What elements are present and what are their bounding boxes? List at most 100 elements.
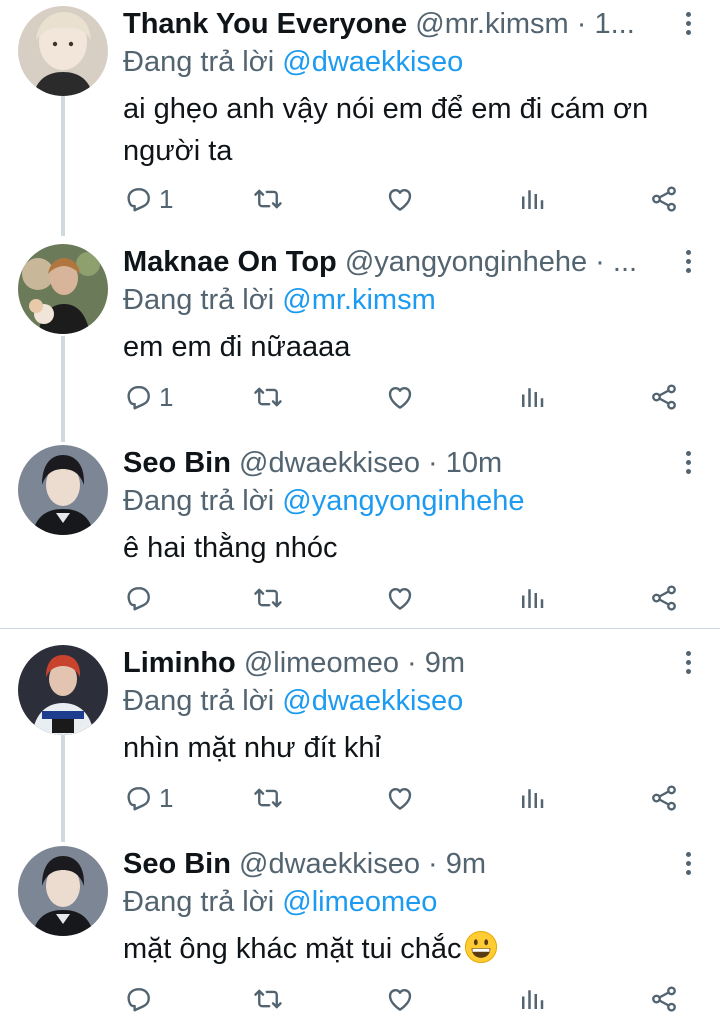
replying-to-label: Đang trả lời	[123, 886, 275, 918]
tweet[interactable]: Seo Bin @dwaekkiseo · 10m Đang trả lời @…	[0, 443, 720, 623]
tweet-text-content: mặt ông khác mặt tui chắc	[123, 933, 462, 965]
share-button[interactable]	[649, 179, 679, 219]
replying-to: Đang trả lời @yangyonginhehe	[123, 481, 525, 521]
like-button[interactable]	[385, 979, 415, 1019]
share-button[interactable]	[649, 979, 679, 1019]
replying-to: Đang trả lời @limeomeo	[123, 882, 437, 922]
mention-link[interactable]: @limeomeo	[282, 886, 437, 918]
analytics-button[interactable]	[517, 377, 547, 417]
mention-link[interactable]: @dwaekkiseo	[282, 685, 463, 717]
share-button[interactable]	[649, 578, 679, 618]
tweet[interactable]: Seo Bin @dwaekkiseo · 9m Đang trả lời @l…	[0, 844, 720, 1021]
share-icon	[649, 984, 679, 1014]
reply-icon	[123, 783, 153, 813]
reply-icon	[123, 184, 153, 214]
retweet-icon	[253, 184, 283, 214]
more-vertical-icon[interactable]	[682, 12, 694, 38]
like-button[interactable]	[385, 179, 415, 219]
retweet-icon	[253, 583, 283, 613]
tweet-header: Seo Bin @dwaekkiseo · 9m	[123, 844, 662, 884]
reply-count: 1	[159, 381, 174, 412]
replying-to-label: Đang trả lời	[123, 46, 275, 78]
mention-link[interactable]: @yangyonginhehe	[282, 485, 524, 517]
display-name[interactable]: Seo Bin	[123, 848, 231, 880]
reply-button[interactable]	[123, 578, 159, 618]
avatar[interactable]	[18, 6, 108, 96]
analytics-icon	[517, 382, 547, 412]
tweet-text: mặt ông khác mặt tui chắc	[123, 928, 698, 970]
heart-icon	[385, 783, 415, 813]
reply-icon	[123, 984, 153, 1014]
analytics-button[interactable]	[517, 179, 547, 219]
reply-icon	[123, 382, 153, 412]
more-vertical-icon[interactable]	[682, 651, 694, 677]
tweet[interactable]: Thank You Everyone @mr.kimsm · 1... Đang…	[0, 4, 720, 224]
reply-button[interactable]: 1	[123, 179, 173, 219]
analytics-button[interactable]	[517, 979, 547, 1019]
tweet[interactable]: Maknae On Top @yangyonginhehe · ... Đang…	[0, 242, 720, 422]
avatar[interactable]	[18, 445, 108, 535]
handle-and-time[interactable]: @dwaekkiseo · 10m	[239, 447, 502, 479]
replying-to-label: Đang trả lời	[123, 685, 275, 717]
tweet-text: em em đi nữaaaa	[123, 331, 351, 363]
handle-and-time[interactable]: @mr.kimsm · 1...	[415, 8, 635, 40]
reply-button[interactable]: 1	[123, 377, 173, 417]
reply-button[interactable]	[123, 979, 159, 1019]
tweet[interactable]: Liminho @limeomeo · 9m Đang trả lời @dwa…	[0, 643, 720, 823]
retweet-button[interactable]	[253, 179, 283, 219]
retweet-button[interactable]	[253, 377, 283, 417]
display-name[interactable]: Seo Bin	[123, 447, 231, 479]
heart-icon	[385, 583, 415, 613]
grinning-face-emoji	[464, 930, 497, 964]
retweet-button[interactable]	[253, 979, 283, 1019]
retweet-icon	[253, 984, 283, 1014]
tweet-header: Seo Bin @dwaekkiseo · 10m	[123, 443, 662, 483]
analytics-icon	[517, 984, 547, 1014]
share-icon	[649, 382, 679, 412]
analytics-button[interactable]	[517, 578, 547, 618]
tweet-actions	[0, 979, 720, 1019]
reply-button[interactable]: 1	[123, 778, 173, 818]
tweet-actions	[0, 578, 720, 618]
reply-count: 1	[159, 782, 174, 813]
mention-link[interactable]: @mr.kimsm	[282, 284, 435, 316]
retweet-button[interactable]	[253, 778, 283, 818]
display-name[interactable]: Liminho	[123, 647, 236, 679]
more-vertical-icon[interactable]	[682, 451, 694, 477]
more-vertical-icon[interactable]	[682, 852, 694, 878]
heart-icon	[385, 184, 415, 214]
share-button[interactable]	[649, 778, 679, 818]
avatar[interactable]	[18, 846, 108, 936]
replying-to-label: Đang trả lời	[123, 485, 275, 517]
heart-icon	[385, 984, 415, 1014]
display-name[interactable]: Thank You Everyone	[123, 8, 407, 40]
more-vertical-icon[interactable]	[682, 250, 694, 276]
tweet-text: ai ghẹo anh vậy nói em để em đi cám ơn n…	[123, 93, 649, 167]
mention-link[interactable]: @dwaekkiseo	[282, 46, 463, 78]
retweet-button[interactable]	[253, 578, 283, 618]
avatar[interactable]	[18, 645, 108, 735]
tweet-header: Maknae On Top @yangyonginhehe · ...	[123, 242, 662, 282]
handle-and-time[interactable]: @yangyonginhehe · ...	[345, 246, 637, 278]
analytics-icon	[517, 184, 547, 214]
analytics-button[interactable]	[517, 778, 547, 818]
like-button[interactable]	[385, 578, 415, 618]
replying-to-label: Đang trả lời	[123, 284, 275, 316]
like-button[interactable]	[385, 377, 415, 417]
heart-icon	[385, 382, 415, 412]
avatar[interactable]	[18, 244, 108, 334]
tweet-actions: 1	[0, 778, 720, 818]
display-name[interactable]: Maknae On Top	[123, 246, 337, 278]
tweet-actions: 1	[0, 179, 720, 219]
handle-and-time[interactable]: @limeomeo · 9m	[244, 647, 465, 679]
retweet-icon	[253, 382, 283, 412]
tweet-actions: 1	[0, 377, 720, 417]
share-icon	[649, 583, 679, 613]
like-button[interactable]	[385, 778, 415, 818]
handle-and-time[interactable]: @dwaekkiseo · 9m	[239, 848, 486, 880]
replying-to: Đang trả lời @dwaekkiseo	[123, 42, 463, 82]
share-icon	[649, 783, 679, 813]
replying-to: Đang trả lời @dwaekkiseo	[123, 681, 463, 721]
tweet-text: ê hai thằng nhóc	[123, 532, 338, 564]
share-button[interactable]	[649, 377, 679, 417]
